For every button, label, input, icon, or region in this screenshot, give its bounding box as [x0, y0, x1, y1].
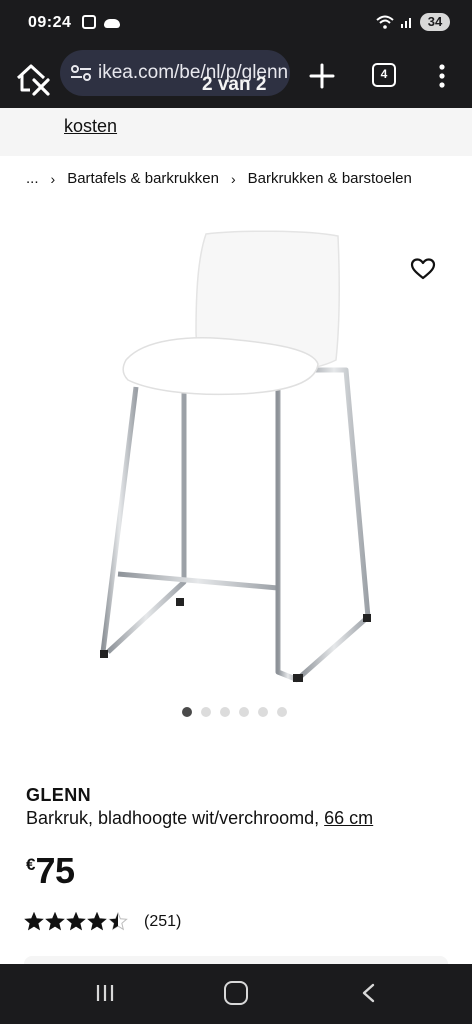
carousel-dot[interactable]	[277, 707, 287, 717]
signal-icon	[401, 18, 411, 28]
status-time: 09:24	[28, 14, 72, 31]
costs-link[interactable]: kosten	[64, 116, 117, 137]
product-description: Barkruk, bladhoogte wit/verchroomd, 66 cm	[26, 808, 373, 829]
star-icon	[87, 912, 107, 931]
system-icons: 34	[376, 13, 450, 31]
cloud-notification-icon	[104, 19, 120, 28]
notification-icons	[82, 15, 120, 29]
product-name: GLENN	[26, 785, 91, 805]
product-price: € 75	[26, 850, 75, 892]
breadcrumb-bar-stools[interactable]: Barkrukken & barstoelen	[248, 170, 412, 187]
star-icon	[66, 912, 86, 931]
carousel-dot[interactable]	[182, 707, 192, 717]
info-banner: kosten	[0, 108, 472, 156]
tabs-icon[interactable]: 4	[372, 63, 396, 87]
home-close-icon[interactable]	[14, 60, 54, 100]
wifi-icon	[376, 15, 394, 29]
home-nav-icon[interactable]	[224, 981, 248, 1005]
product-rating[interactable]: (251)	[24, 912, 181, 932]
size-link[interactable]: 66 cm	[324, 808, 373, 828]
chevron-right-icon: ›	[50, 170, 56, 187]
breadcrumb: ... › Bartafels & barkrukken › Barkrukke…	[26, 170, 412, 187]
back-icon[interactable]	[358, 982, 380, 1004]
carousel-dots	[182, 707, 287, 717]
review-count: (251)	[144, 913, 182, 930]
overflow-menu-icon[interactable]	[432, 62, 452, 90]
currency-symbol: €	[26, 855, 36, 874]
status-bar: 09:24 34	[0, 0, 472, 46]
find-in-page-counter: 2 van 2	[202, 74, 267, 95]
screen: 09:24 34 ikea.com/be/nl/p/glenn 4 2 van …	[0, 0, 472, 1024]
star-icon	[24, 912, 44, 931]
star-icon	[45, 912, 65, 931]
breadcrumb-bar-tables[interactable]: Bartafels & barkrukken	[67, 170, 219, 187]
product-description-text: Barkruk, bladhoogte wit/verchroomd,	[26, 808, 320, 828]
carousel-dot[interactable]	[258, 707, 268, 717]
rating-stars	[24, 912, 128, 931]
battery-indicator: 34	[420, 13, 450, 31]
recent-apps-icon[interactable]	[94, 982, 116, 1004]
heart-icon[interactable]	[410, 257, 436, 281]
carousel-dot[interactable]	[220, 707, 230, 717]
carousel-dot[interactable]	[239, 707, 249, 717]
price-value: 75	[35, 850, 75, 891]
plus-icon[interactable]	[306, 60, 338, 92]
chevron-right-icon: ›	[230, 170, 236, 187]
carousel-dot[interactable]	[201, 707, 211, 717]
breadcrumb-ellipsis[interactable]: ...	[26, 170, 39, 187]
tune-icon[interactable]	[70, 64, 92, 82]
product-image[interactable]	[88, 222, 384, 692]
screenshot-notification-icon	[82, 15, 96, 29]
navigation-bar	[0, 964, 472, 1024]
